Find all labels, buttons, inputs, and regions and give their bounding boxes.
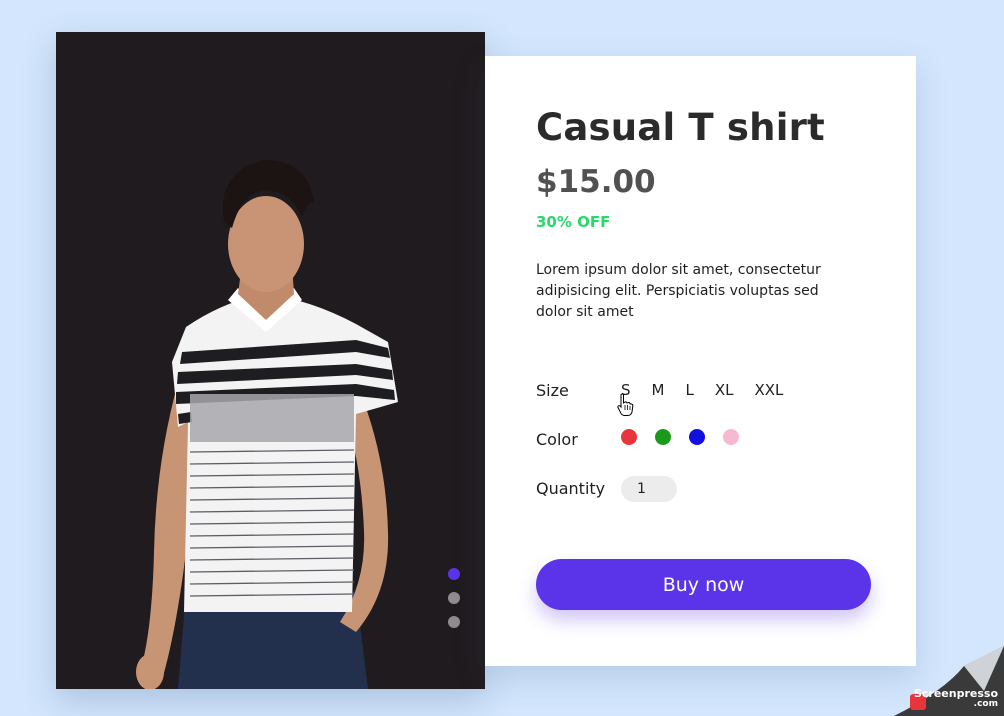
- color-swatch-pink[interactable]: [723, 429, 739, 445]
- color-swatch-blue[interactable]: [689, 429, 705, 445]
- size-option-l[interactable]: L: [685, 381, 693, 399]
- hand-cursor-icon: [617, 393, 634, 416]
- color-options: [621, 429, 757, 445]
- quantity-input[interactable]: [621, 476, 677, 502]
- size-label: Size: [536, 381, 569, 400]
- color-label: Color: [536, 430, 578, 449]
- buy-now-button[interactable]: Buy now: [536, 559, 871, 610]
- screenpresso-watermark: Screenpresso .com: [854, 616, 1004, 716]
- color-swatch-red[interactable]: [621, 429, 637, 445]
- product-photo: [136, 160, 398, 689]
- size-option-m[interactable]: M: [652, 381, 665, 399]
- size-options: S M L XL XXL: [621, 381, 804, 399]
- product-title: Casual T shirt: [536, 106, 825, 149]
- carousel-dots: [448, 568, 460, 640]
- discount-badge: 30% OFF: [536, 213, 611, 231]
- carousel-dot-2[interactable]: [448, 592, 460, 604]
- product-image-panel: [56, 32, 485, 689]
- product-description: Lorem ipsum dolor sit amet, consectetur …: [536, 262, 821, 320]
- product-price: $15.00: [536, 164, 656, 200]
- carousel-dot-3[interactable]: [448, 616, 460, 628]
- size-option-xl[interactable]: XL: [715, 381, 734, 399]
- product-details-card: Casual T shirt $15.00 30% OFF Lorem ipsu…: [485, 56, 916, 666]
- carousel-dot-1[interactable]: [448, 568, 460, 580]
- color-swatch-green[interactable]: [655, 429, 671, 445]
- quantity-label: Quantity: [536, 479, 606, 498]
- size-option-xxl[interactable]: XXL: [754, 381, 783, 399]
- screenpresso-text: Screenpresso .com: [913, 687, 998, 709]
